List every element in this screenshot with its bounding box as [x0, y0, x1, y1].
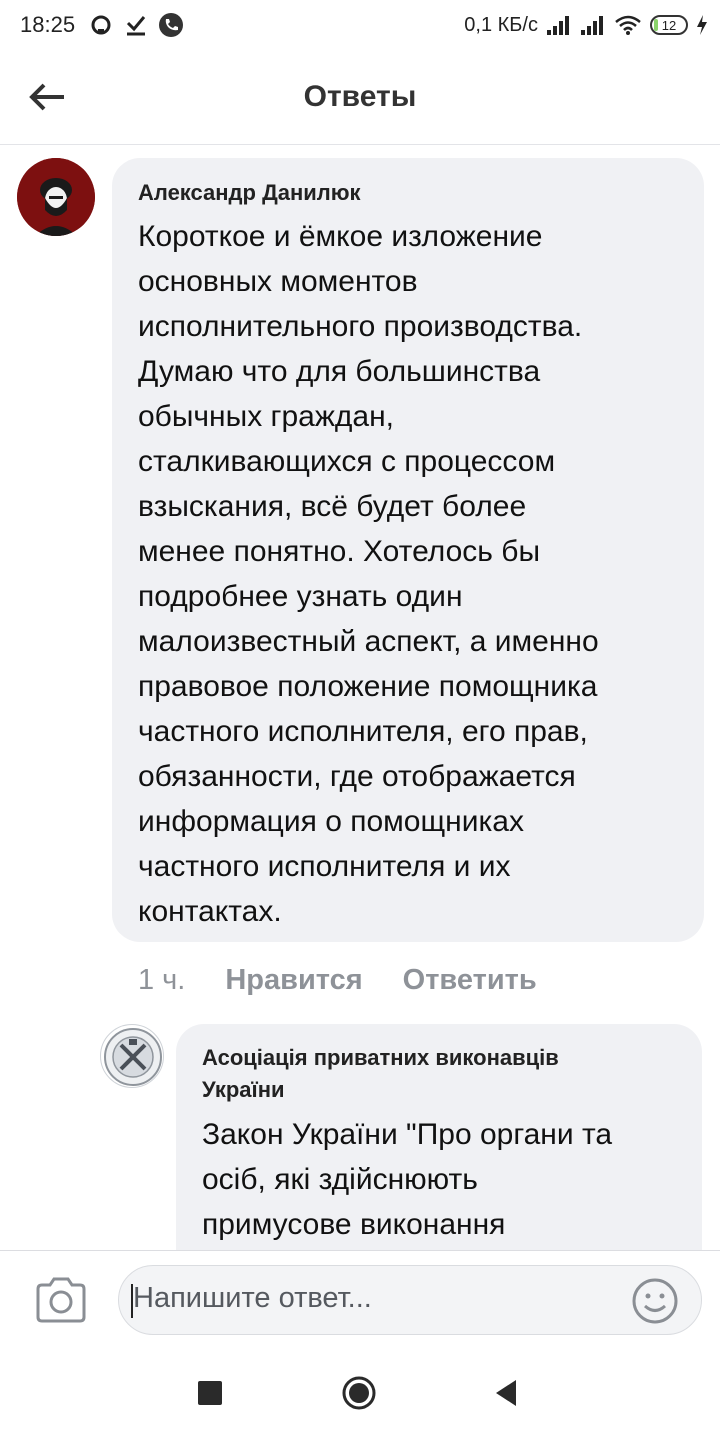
emoji-icon — [632, 1278, 678, 1324]
wifi-icon — [615, 15, 641, 35]
comment-text: Короткое и ёмкое изложение основных моме… — [138, 220, 599, 928]
reply-text: Закон України "Про органи та осіб, які з… — [202, 1118, 613, 1241]
page-title: Ответы — [303, 80, 417, 113]
reply-avatar[interactable] — [100, 1024, 164, 1088]
system-back-button[interactable] — [494, 1378, 518, 1408]
comment-time: 1 ч. — [138, 963, 186, 996]
reply-composer: Напишите ответ... — [0, 1250, 720, 1347]
battery-indicator: 12 — [650, 15, 688, 35]
signal-icon — [547, 16, 569, 35]
comment-author[interactable]: Александр Данилюк — [138, 178, 678, 208]
phone-icon — [159, 13, 183, 37]
comment-actions: 1 ч. Нравится Ответить — [138, 958, 537, 1002]
camera-button[interactable] — [34, 1277, 88, 1323]
reply-input[interactable]: Напишите ответ... — [118, 1265, 702, 1335]
avatar[interactable] — [17, 158, 95, 236]
charging-icon — [697, 15, 707, 35]
reply-placeholder: Напишите ответ... — [133, 1282, 372, 1314]
recent-apps-button[interactable] — [198, 1381, 222, 1405]
reply-button[interactable]: Ответить — [403, 964, 537, 997]
like-button[interactable]: Нравится — [225, 964, 362, 997]
status-bar: 18:25 0,1 КБ/с 12 — [0, 0, 720, 50]
camera-icon — [36, 1277, 86, 1323]
network-speed: 0,1 КБ/с — [464, 13, 538, 36]
reply-bubble: Асоціація приватних виконавців України З… — [176, 1024, 702, 1284]
avatar-image — [17, 158, 95, 236]
app-header: Ответы — [0, 52, 720, 145]
download-done-icon — [126, 16, 146, 36]
home-button[interactable] — [342, 1376, 376, 1410]
association-logo-icon — [104, 1028, 162, 1086]
signal-icon-2 — [581, 16, 603, 35]
reply-author[interactable]: Асоціація приватних виконавців України — [202, 1042, 676, 1106]
system-nav-bar — [0, 1346, 720, 1440]
status-time: 18:25 — [20, 12, 76, 37]
emoji-button[interactable] — [631, 1277, 679, 1325]
battery-level: 12 — [661, 17, 677, 33]
comment-bubble: Александр Данилюк Короткое и ёмкое излож… — [112, 158, 704, 942]
battery-fill — [654, 19, 658, 31]
notification-icon — [91, 15, 111, 35]
